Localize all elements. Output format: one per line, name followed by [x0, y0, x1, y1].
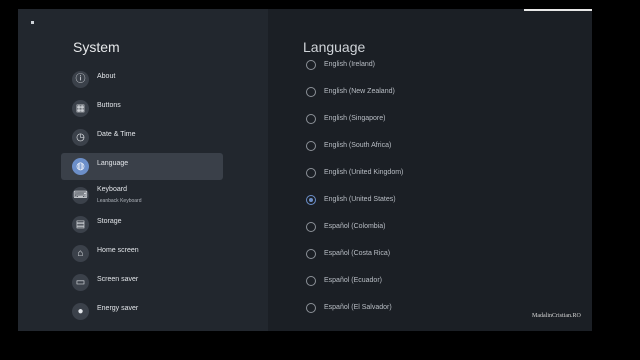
status-dot: [31, 21, 34, 24]
info-icon: ⓘ: [72, 71, 89, 88]
top-indicator: [524, 9, 592, 11]
radio-english-singapore[interactable]: [306, 114, 316, 124]
home-icon: ⌂: [72, 245, 89, 262]
option-label: English (South Africa): [324, 142, 392, 149]
sidebar-item-label: Energy saver: [97, 305, 139, 312]
language-panel: [268, 9, 592, 331]
screen-saver-icon: ▭: [72, 274, 89, 291]
option-label: English (Ireland): [324, 61, 375, 68]
option-label: Español (Costa Rica): [324, 250, 391, 257]
radio-english-us[interactable]: [306, 195, 316, 205]
watermark: MadalinCristian.RO: [532, 313, 581, 319]
sidebar-item-buttons[interactable]: ▦ Buttons: [61, 95, 223, 122]
keyboard-icon: ⌨: [72, 187, 89, 204]
sidebar-item-sublabel: Leanback Keyboard: [97, 198, 142, 204]
sidebar-item-date-time[interactable]: ◷ Date & Time: [61, 124, 223, 151]
option-label: English (United States): [324, 196, 396, 203]
radio-english-ireland[interactable]: [306, 60, 316, 70]
tv-screen: System Language ⓘ About ▦ Buttons ◷ Date…: [18, 9, 592, 331]
sidebar-item-energy-saver[interactable]: ● Energy saver: [61, 298, 223, 325]
globe-icon: ◍: [72, 158, 89, 175]
radio-espanol-costa-rica[interactable]: [306, 249, 316, 259]
sidebar-item-about[interactable]: ⓘ About: [61, 66, 223, 93]
sidebar-item-label: Screen saver: [97, 276, 139, 283]
radio-espanol-el-salvador[interactable]: [306, 303, 316, 313]
sidebar-item-label: Buttons: [97, 102, 121, 109]
radio-english-new-zealand[interactable]: [306, 87, 316, 97]
radio-english-south-africa[interactable]: [306, 141, 316, 151]
sidebar-item-storage[interactable]: ▤ Storage: [61, 211, 223, 238]
option-label: Español (El Salvador): [324, 304, 392, 311]
option-label: English (Singapore): [324, 115, 386, 122]
sidebar-item-label: Storage: [97, 218, 122, 225]
buttons-icon: ▦: [72, 100, 89, 117]
clock-icon: ◷: [72, 129, 89, 146]
option-label: Español (Ecuador): [324, 277, 382, 284]
page-title: System: [73, 39, 120, 55]
sidebar-item-label: Date & Time: [97, 131, 136, 138]
sidebar-item-language[interactable]: ◍ Language: [61, 153, 223, 180]
option-label: Español (Colombia): [324, 223, 386, 230]
sidebar-item-keyboard[interactable]: ⌨ Keyboard Leanback Keyboard: [61, 182, 223, 209]
sidebar-item-label: About: [97, 73, 116, 80]
sidebar-item-label: Home screen: [97, 247, 139, 254]
sidebar-item-home-screen[interactable]: ⌂ Home screen: [61, 240, 223, 267]
radio-english-uk[interactable]: [306, 168, 316, 178]
option-label: English (United Kingdom): [324, 169, 404, 176]
option-label: English (New Zealand): [324, 88, 395, 95]
sidebar-item-label: Keyboard: [97, 186, 127, 193]
sidebar-item-screen-saver[interactable]: ▭ Screen saver: [61, 269, 223, 296]
energy-icon: ●: [72, 303, 89, 320]
storage-icon: ▤: [72, 216, 89, 233]
radio-espanol-colombia[interactable]: [306, 222, 316, 232]
radio-espanol-ecuador[interactable]: [306, 276, 316, 286]
sidebar-item-label: Language: [97, 160, 129, 167]
panel-title: Language: [303, 39, 366, 55]
